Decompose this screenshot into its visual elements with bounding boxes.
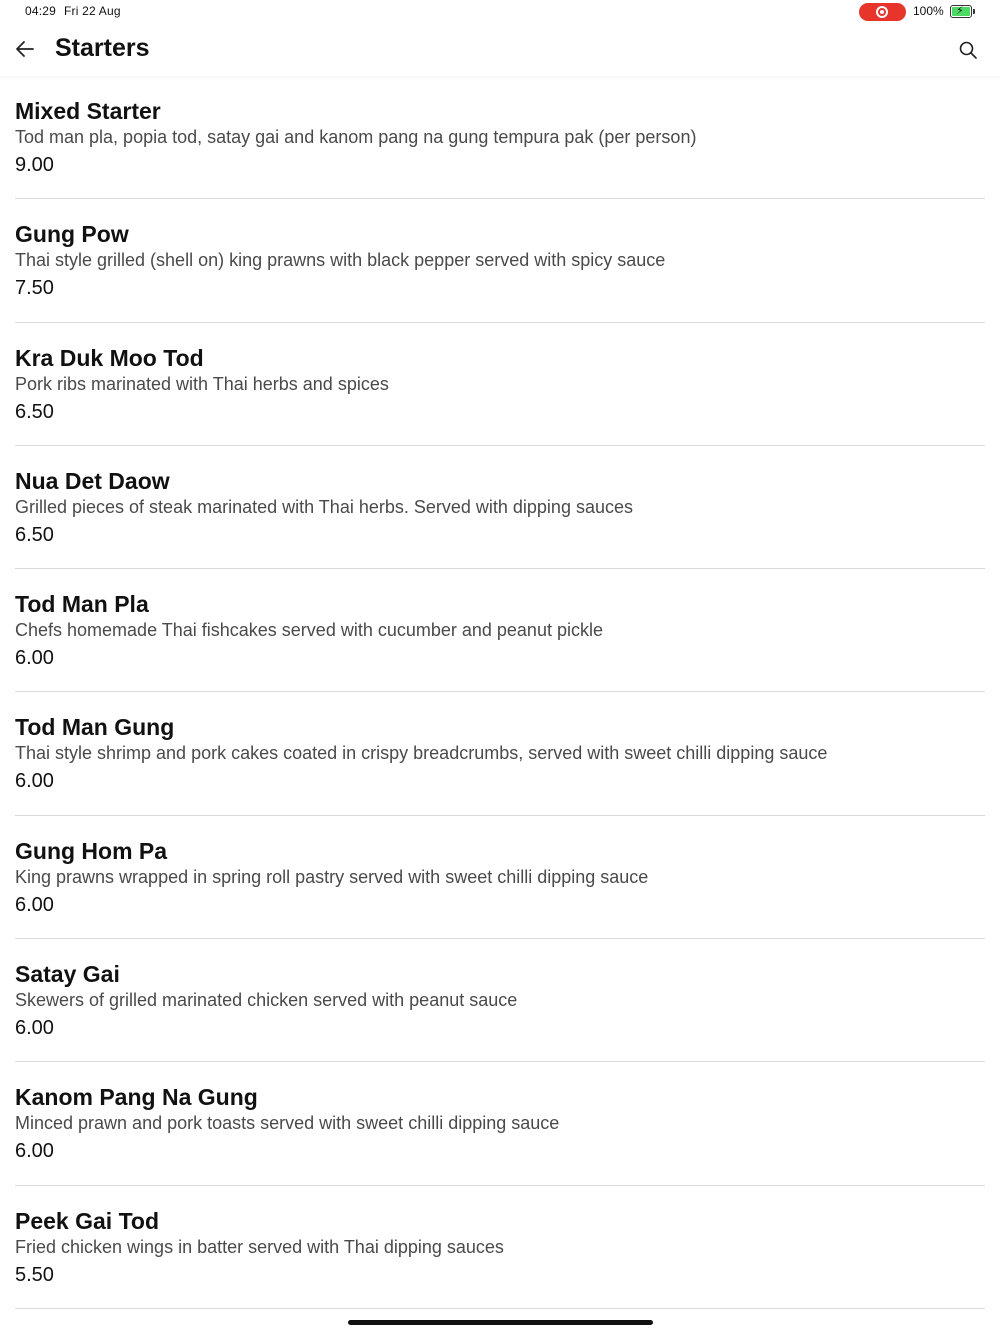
item-description: Grilled pieces of steak marinated with T… — [15, 496, 633, 517]
item-description: Thai style grilled (shell on) king prawn… — [15, 250, 666, 271]
item-price: 6.00 — [15, 1140, 54, 1163]
item-description: Fried chicken wings in batter served wit… — [15, 1236, 504, 1257]
item-description: Skewers of grilled marinated chicken ser… — [15, 990, 518, 1011]
home-indicator[interactable] — [348, 1320, 653, 1325]
status-time: 04:29 — [25, 4, 57, 18]
arrow-left-icon — [16, 41, 34, 57]
menu-item[interactable]: Gung Hom Pa King prawns wrapped in sprin… — [15, 816, 985, 940]
item-name: Tod Man Pla — [15, 591, 149, 618]
menu-item[interactable]: Tod Man Gung Thai style shrimp and pork … — [15, 692, 985, 816]
item-description: Pork ribs marinated with Thai herbs and … — [15, 373, 389, 394]
item-name: Peek Gai Tod — [15, 1207, 160, 1234]
item-price: 6.00 — [15, 770, 54, 793]
search-icon — [959, 41, 977, 59]
app-header: Starters — [0, 24, 1000, 76]
item-description: Minced prawn and pork toasts served with… — [15, 1113, 560, 1134]
item-price: 7.50 — [15, 277, 54, 300]
item-description: Chefs homemade Thai fishcakes served wit… — [15, 620, 603, 641]
menu-item[interactable]: Nua Det Daow Grilled pieces of steak mar… — [15, 446, 985, 570]
item-price: 6.00 — [15, 893, 54, 916]
item-price: 6.00 — [15, 1017, 54, 1040]
battery-charging-icon: ⚡ — [950, 5, 972, 18]
search-button[interactable] — [956, 38, 980, 62]
status-bar: 04:29 Fri 22 Aug 100% ⚡ — [0, 0, 1000, 24]
back-button[interactable] — [12, 36, 38, 62]
menu-item[interactable]: Tod Man Pla Chefs homemade Thai fishcake… — [15, 569, 985, 693]
screen-recording-icon[interactable] — [859, 3, 906, 21]
item-name: Tod Man Gung — [15, 714, 175, 741]
battery-nub — [973, 9, 975, 14]
menu-item[interactable]: Kanom Pang Na Gung Minced prawn and pork… — [15, 1062, 985, 1186]
item-name: Satay Gai — [15, 961, 120, 988]
menu-item[interactable]: Gung Pow Thai style grilled (shell on) k… — [15, 199, 985, 323]
menu-item[interactable]: Peek Gai Tod Fried chicken wings in batt… — [15, 1186, 985, 1309]
status-date: Fri 22 Aug — [64, 4, 121, 18]
status-time-date: 04:29 Fri 22 Aug — [25, 4, 121, 18]
item-price: 6.00 — [15, 647, 54, 670]
item-name: Gung Hom Pa — [15, 837, 168, 864]
item-price: 9.00 — [15, 154, 54, 176]
battery-percentage: 100% — [913, 4, 944, 18]
page-title: Starters — [55, 34, 150, 62]
item-description: King prawns wrapped in spring roll pastr… — [15, 866, 649, 887]
menu-item[interactable]: Kra Duk Moo Tod Pork ribs marinated with… — [15, 323, 985, 446]
item-price: 6.50 — [15, 523, 54, 546]
item-description: Tod man pla, popia tod, satay gai and ka… — [15, 127, 697, 147]
item-price: 5.50 — [15, 1263, 54, 1286]
menu-item-list: Mixed Starter Tod man pla, popia tod, sa… — [0, 76, 1000, 1309]
item-name: Mixed Starter — [15, 98, 161, 124]
item-name: Nua Det Daow — [15, 467, 170, 494]
item-price: 6.50 — [15, 400, 54, 423]
menu-item[interactable]: Mixed Starter Tod man pla, popia tod, sa… — [15, 76, 985, 200]
item-name: Kra Duk Moo Tod — [15, 344, 204, 371]
menu-item[interactable]: Satay Gai Skewers of grilled marinated c… — [15, 939, 985, 1063]
item-description: Thai style shrimp and pork cakes coated … — [15, 743, 828, 764]
item-name: Gung Pow — [15, 221, 129, 248]
item-name: Kanom Pang Na Gung — [15, 1084, 258, 1111]
